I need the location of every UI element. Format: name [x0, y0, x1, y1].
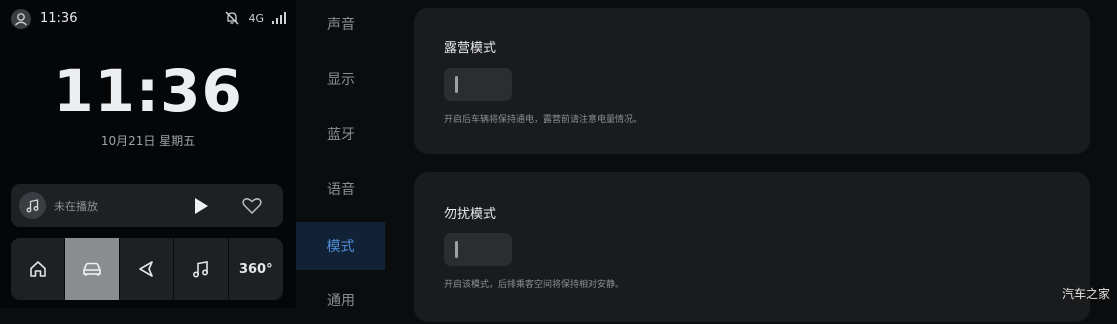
user-icon [15, 13, 27, 26]
nav-item-display[interactable]: 显示 [296, 55, 386, 103]
status-time: 11:36 [40, 11, 78, 26]
dock-navigation-button[interactable] [120, 238, 175, 300]
dock-360-button[interactable]: 360° [229, 238, 283, 300]
camping-mode-description: 开启后车辆将保持通电，露营前请注意电量情况。 [444, 115, 643, 125]
nav-item-general[interactable]: 通用 [296, 276, 386, 324]
nav-item-voice[interactable]: 语音 [296, 165, 386, 213]
nav-item-mode[interactable]: 模式 [296, 222, 385, 270]
nav-item-sound[interactable]: 声音 [296, 0, 386, 48]
toggle-knob [455, 76, 458, 93]
camping-mode-toggle[interactable] [444, 68, 512, 101]
play-button[interactable] [191, 196, 211, 216]
360-view-icon: 360° [238, 261, 273, 277]
favorite-button[interactable] [242, 196, 262, 215]
toggle-knob [455, 241, 458, 258]
player-status: 未在播放 [54, 200, 98, 213]
status-bar: 11:36 4G [11, 9, 286, 31]
avatar[interactable] [11, 9, 31, 29]
dock-home-button[interactable] [11, 238, 66, 300]
do-not-disturb-toggle[interactable] [444, 233, 512, 266]
nav-item-bluetooth[interactable]: 蓝牙 [296, 110, 386, 158]
dock-car-button[interactable] [65, 238, 120, 300]
media-player: 未在播放 [11, 184, 283, 227]
do-not-disturb-card: 勿扰模式 开启该模式，后排乘客空间将保持相对安静。 [414, 172, 1090, 322]
car-icon [83, 262, 101, 276]
signal-icon [272, 12, 286, 24]
quick-dock: 360° [11, 238, 283, 300]
home-panel: 11:36 4G 11:36 10月21日 星期五 未在播放 360° [0, 0, 296, 308]
home-icon [29, 261, 46, 277]
network-label: 4G [248, 11, 264, 25]
navigation-icon [139, 261, 154, 277]
do-not-disturb-description: 开启该模式，后排乘客空间将保持相对安静。 [444, 280, 625, 290]
clock-date: 10月21日 星期五 [100, 134, 196, 148]
do-not-disturb-title: 勿扰模式 [444, 207, 497, 222]
dock-music-button[interactable] [174, 238, 229, 300]
mute-icon [225, 11, 239, 25]
album-art [19, 192, 46, 219]
camping-mode-title: 露营模式 [444, 41, 497, 56]
music-icon [192, 261, 208, 278]
camping-mode-card: 露营模式 开启后车辆将保持通电，露营前请注意电量情况。 [414, 8, 1090, 154]
clock-time: 11:36 [53, 57, 243, 125]
settings-nav: 声音 显示 蓝牙 语音 模式 通用 [296, 0, 386, 309]
watermark: 汽车之家 [1061, 287, 1110, 301]
music-note-icon [26, 198, 38, 212]
